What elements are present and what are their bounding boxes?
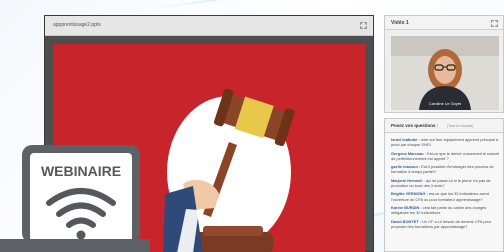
question-item: Israel matiotte : note sur leur équipeme… <box>391 137 501 147</box>
speaker-name: Caroline Le Goyet <box>428 101 462 106</box>
questions-panel: Posez vos questions : (Tout le monde) Is… <box>384 118 504 252</box>
video-panel-title: Vidéo 1 <box>391 20 409 26</box>
expand-icon[interactable] <box>491 19 498 27</box>
video-panel-header: Vidéo 1 <box>385 16 503 30</box>
speaker-portrait <box>391 36 499 110</box>
questions-list[interactable]: Israel matiotte : note sur leur équipeme… <box>391 137 501 249</box>
question-item: Karine BURDIN : cela fait partie du cahi… <box>391 205 501 215</box>
question-item: Marjorie Hemmel : qui se passe-t-il si l… <box>391 178 501 188</box>
question-item: David BONTET : Un CF a-t-il besoin de de… <box>391 219 501 229</box>
video-panel: Vidéo 1 Caroline Le Goyet <box>384 15 504 113</box>
questions-panel-header: Posez vos questions : (Tout le monde) <box>385 119 503 133</box>
webinaire-laptop-badge: WEBINAIRE <box>0 145 150 252</box>
question-item: Brigitte VERNONG : est-ce que les 32 ind… <box>391 191 501 201</box>
webinaire-label: WEBINAIRE <box>41 163 121 179</box>
presentation-titlebar: appprentissage2.pptx <box>45 16 373 36</box>
question-item: gaelle masson : Est-il possible d'envisa… <box>391 164 501 174</box>
questions-panel-title: Posez vos questions : <box>391 123 439 128</box>
presentation-title: appprentissage2.pptx <box>53 22 101 28</box>
speaker-video[interactable]: Caroline Le Goyet <box>391 36 499 110</box>
expand-icon[interactable] <box>360 22 367 29</box>
questions-audience[interactable]: (Tout le monde) <box>447 124 473 128</box>
question-item: Gergene Marceau : Est-ce que le dérivé c… <box>391 151 501 161</box>
